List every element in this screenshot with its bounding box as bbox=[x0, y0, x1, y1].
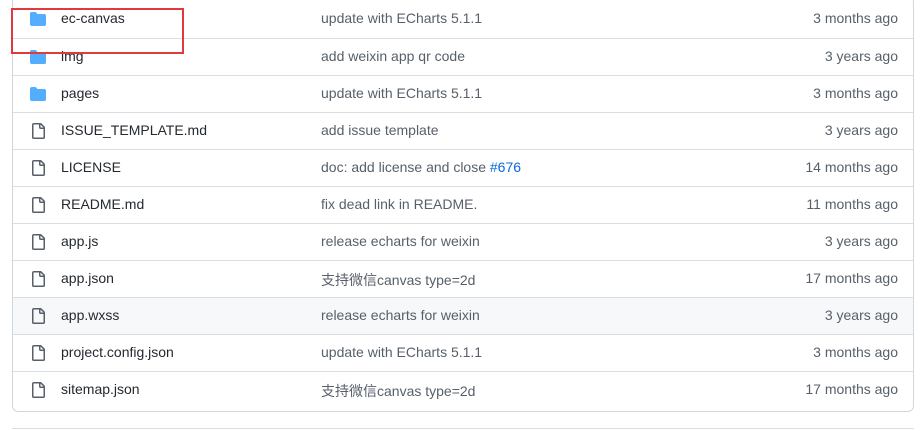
file-icon bbox=[30, 234, 46, 250]
file-row[interactable]: app.wxss release echarts for weixin 3 ye… bbox=[13, 297, 913, 334]
commit-age: 3 months ago bbox=[813, 344, 898, 360]
commit-message-link[interactable]: update with ECharts 5.1.1 bbox=[321, 344, 482, 360]
file-name-link[interactable]: app.js bbox=[61, 233, 98, 249]
commit-age: 11 months ago bbox=[806, 196, 898, 212]
file-row[interactable]: pages update with ECharts 5.1.1 3 months… bbox=[13, 75, 913, 112]
commit-message-text: doc: add license and close bbox=[321, 159, 490, 175]
file-name-link[interactable]: ec-canvas bbox=[61, 10, 125, 26]
commit-message-link[interactable]: add issue template bbox=[321, 122, 439, 138]
file-name-link[interactable]: LICENSE bbox=[61, 159, 121, 175]
commit-age: 17 months ago bbox=[805, 381, 898, 397]
commit-message-link[interactable]: 支持微信canvas type=2d bbox=[321, 381, 475, 401]
file-list: ec-canvas update with ECharts 5.1.1 3 mo… bbox=[12, 0, 914, 412]
divider bbox=[12, 428, 914, 429]
file-row[interactable]: LICENSE doc: add license and close #676 … bbox=[13, 149, 913, 186]
commit-message-link[interactable]: doc: add license and close #676 bbox=[321, 159, 521, 175]
commit-message-link[interactable]: release echarts for weixin bbox=[321, 307, 480, 323]
file-name-link[interactable]: app.wxss bbox=[61, 307, 119, 323]
file-icon bbox=[30, 345, 46, 361]
commit-message-link[interactable]: update with ECharts 5.1.1 bbox=[321, 10, 482, 26]
file-browser: ec-canvas update with ECharts 5.1.1 3 mo… bbox=[0, 0, 921, 431]
issue-link[interactable]: #676 bbox=[490, 159, 521, 175]
commit-age: 3 months ago bbox=[813, 10, 898, 26]
file-icon bbox=[30, 160, 46, 176]
folder-icon bbox=[30, 86, 46, 102]
commit-message-link[interactable]: add weixin app qr code bbox=[321, 48, 465, 64]
commit-age: 3 months ago bbox=[813, 85, 898, 101]
file-row[interactable]: ISSUE_TEMPLATE.md add issue template 3 y… bbox=[13, 112, 913, 149]
file-icon bbox=[30, 308, 46, 324]
commit-age: 17 months ago bbox=[805, 270, 898, 286]
commit-age: 3 years ago bbox=[824, 307, 898, 323]
file-name-link[interactable]: ISSUE_TEMPLATE.md bbox=[61, 122, 207, 138]
file-row[interactable]: ec-canvas update with ECharts 5.1.1 3 mo… bbox=[13, 0, 913, 38]
file-icon bbox=[30, 123, 46, 139]
file-name-link[interactable]: README.md bbox=[61, 196, 144, 212]
file-row[interactable]: README.md fix dead link in README. 11 mo… bbox=[13, 186, 913, 223]
folder-icon bbox=[30, 49, 46, 65]
file-icon bbox=[30, 197, 46, 213]
commit-message-link[interactable]: 支持微信canvas type=2d bbox=[321, 270, 475, 290]
commit-age: 14 months ago bbox=[805, 159, 898, 175]
commit-message-link[interactable]: fix dead link in README. bbox=[321, 196, 477, 212]
file-row[interactable]: app.js release echarts for weixin 3 year… bbox=[13, 223, 913, 260]
commit-message-link[interactable]: update with ECharts 5.1.1 bbox=[321, 85, 482, 101]
file-row[interactable]: sitemap.json 支持微信canvas type=2d 17 month… bbox=[13, 371, 913, 408]
commit-age: 3 years ago bbox=[824, 48, 898, 64]
file-name-link[interactable]: pages bbox=[61, 85, 99, 101]
commit-age: 3 years ago bbox=[824, 122, 898, 138]
file-icon bbox=[30, 271, 46, 287]
commit-message-link[interactable]: release echarts for weixin bbox=[321, 233, 480, 249]
file-icon bbox=[30, 382, 46, 398]
file-name-link[interactable]: img bbox=[61, 48, 84, 64]
commit-age: 3 years ago bbox=[824, 233, 898, 249]
file-name-link[interactable]: app.json bbox=[61, 270, 114, 286]
file-name-link[interactable]: sitemap.json bbox=[61, 381, 140, 397]
folder-icon bbox=[30, 11, 46, 27]
file-name-link[interactable]: project.config.json bbox=[61, 344, 174, 360]
file-row[interactable]: app.json 支持微信canvas type=2d 17 months ag… bbox=[13, 260, 913, 297]
file-row[interactable]: project.config.json update with ECharts … bbox=[13, 334, 913, 371]
file-row[interactable]: img add weixin app qr code 3 years ago bbox=[13, 38, 913, 75]
